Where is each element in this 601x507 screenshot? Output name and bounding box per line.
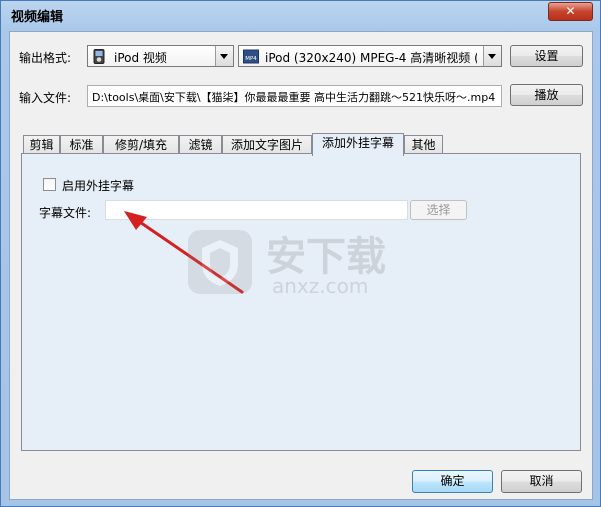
tab-add-text-image[interactable]: 添加文字图片 — [222, 135, 312, 155]
close-button[interactable]: ✕ — [548, 2, 593, 21]
subtitle-file-label: 字幕文件: — [39, 206, 92, 220]
output-format-label: 输出格式: — [19, 51, 72, 65]
window-title: 视频编辑 — [11, 10, 64, 25]
mp4-file-icon: MP4 — [243, 49, 259, 64]
play-button[interactable]: 播放 — [510, 84, 583, 106]
cancel-button[interactable]: 取消 — [501, 470, 582, 493]
tab-standard[interactable]: 标准 — [60, 135, 103, 155]
enable-subtitle-label[interactable]: 启用外挂字幕 — [62, 177, 134, 194]
subtitle-tab-panel: 启用外挂字幕 字幕文件: 选择 — [21, 153, 581, 451]
chevron-down-icon[interactable] — [215, 46, 233, 66]
settings-button[interactable]: 设置 — [510, 45, 583, 67]
dialog-window: 视频编辑 ✕ 输出格式: iPod 视频 MP4 iPod (320x240) … — [0, 0, 601, 507]
input-file-field[interactable]: D:\tools\桌面\安下载\【猫柒】你最最最重要 高中生活力翻跳～521快乐… — [87, 85, 502, 107]
format-value: iPod (320x240) MPEG-4 高清晰视频 (*.mp4 — [265, 51, 477, 65]
shield-icon — [188, 230, 252, 294]
tab-crop-pad[interactable]: 修剪/填充 — [103, 135, 179, 155]
format-select[interactable]: MP4 iPod (320x240) MPEG-4 高清晰视频 (*.mp4 — [238, 45, 502, 67]
watermark-domain: anxz.com — [272, 274, 369, 298]
ok-button[interactable]: 确定 — [412, 470, 493, 493]
tab-add-subtitle[interactable]: 添加外挂字幕 — [312, 133, 404, 156]
input-file-label: 输入文件: — [19, 91, 72, 105]
enable-subtitle-checkbox[interactable] — [43, 178, 56, 191]
device-value: iPod 视频 — [114, 51, 167, 65]
dialog-content: 输出格式: iPod 视频 MP4 iPod (320x240) MPEG-4 … — [9, 31, 593, 500]
tab-other[interactable]: 其他 — [404, 135, 443, 155]
tab-filter[interactable]: 滤镜 — [179, 135, 222, 155]
title-bar[interactable]: 视频编辑 ✕ — [1, 1, 600, 29]
tab-clip[interactable]: 剪辑 — [23, 135, 60, 155]
device-select[interactable]: iPod 视频 — [87, 45, 234, 67]
select-file-button[interactable]: 选择 — [410, 200, 467, 220]
format-badge-text: MP4 — [245, 56, 257, 62]
ipod-icon — [93, 49, 105, 64]
chevron-down-icon[interactable] — [483, 46, 501, 66]
